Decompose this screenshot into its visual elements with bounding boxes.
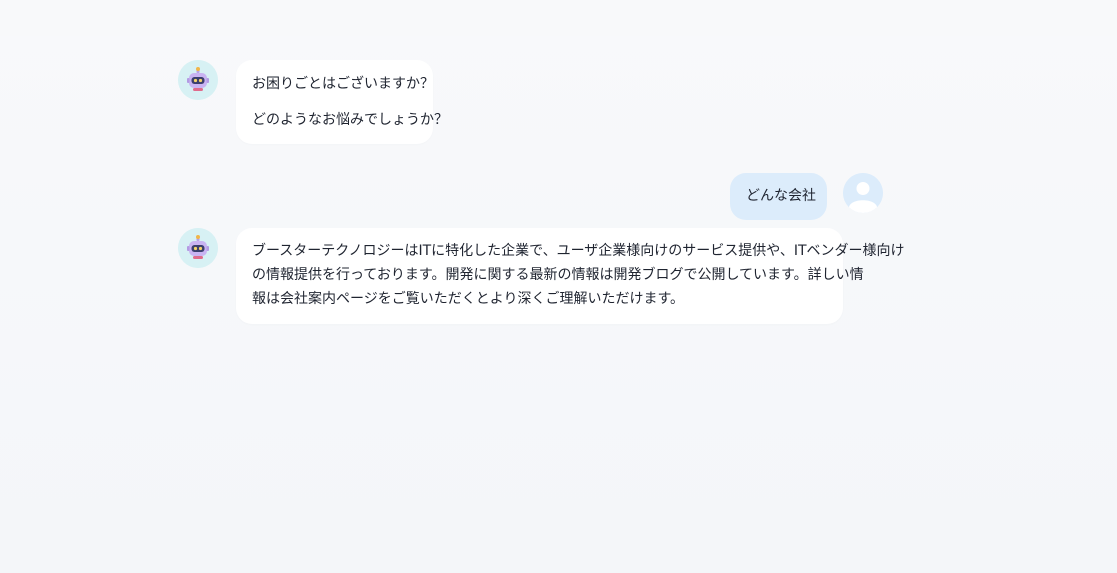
user-icon xyxy=(843,173,883,213)
bot-message: ブースターテクノロジーはITに特化した企業で、ユーザ企業様向けのサービス提供や、… xyxy=(178,228,905,328)
bot-bubble: お困りごとはございますか？ どのようなお悩みでしょうか？ xyxy=(236,60,448,144)
message-line: ブースターテクノロジーはITに特化した企業で、ユーザ企業様向けのサービス提供や、… xyxy=(252,243,905,259)
bot-bubble: ブースターテクノロジーはITに特化した企業で、ユーザ企業様向けのサービス提供や、… xyxy=(236,228,905,324)
message-text: どんな会社 xyxy=(746,188,816,204)
robot-icon xyxy=(178,60,218,100)
robot-icon xyxy=(178,228,218,268)
user-message: どんな会社 xyxy=(178,173,883,221)
header-strip xyxy=(0,0,1117,36)
user-bubble: どんな会社 xyxy=(730,173,827,220)
message-text: お困りごとはございますか？ xyxy=(252,76,434,92)
message-text: どのようなお悩みでしょうか？ xyxy=(252,112,448,128)
bot-message: お困りごとはございますか？ どのようなお悩みでしょうか？ xyxy=(178,60,883,146)
message-line: 報は会社案内ページをご覧いただくとより深くご理解いただけます。 xyxy=(252,291,685,307)
message-line: の情報提供を行っております。開発に関する最新の情報は開発ブログで公開しています。… xyxy=(252,267,864,283)
